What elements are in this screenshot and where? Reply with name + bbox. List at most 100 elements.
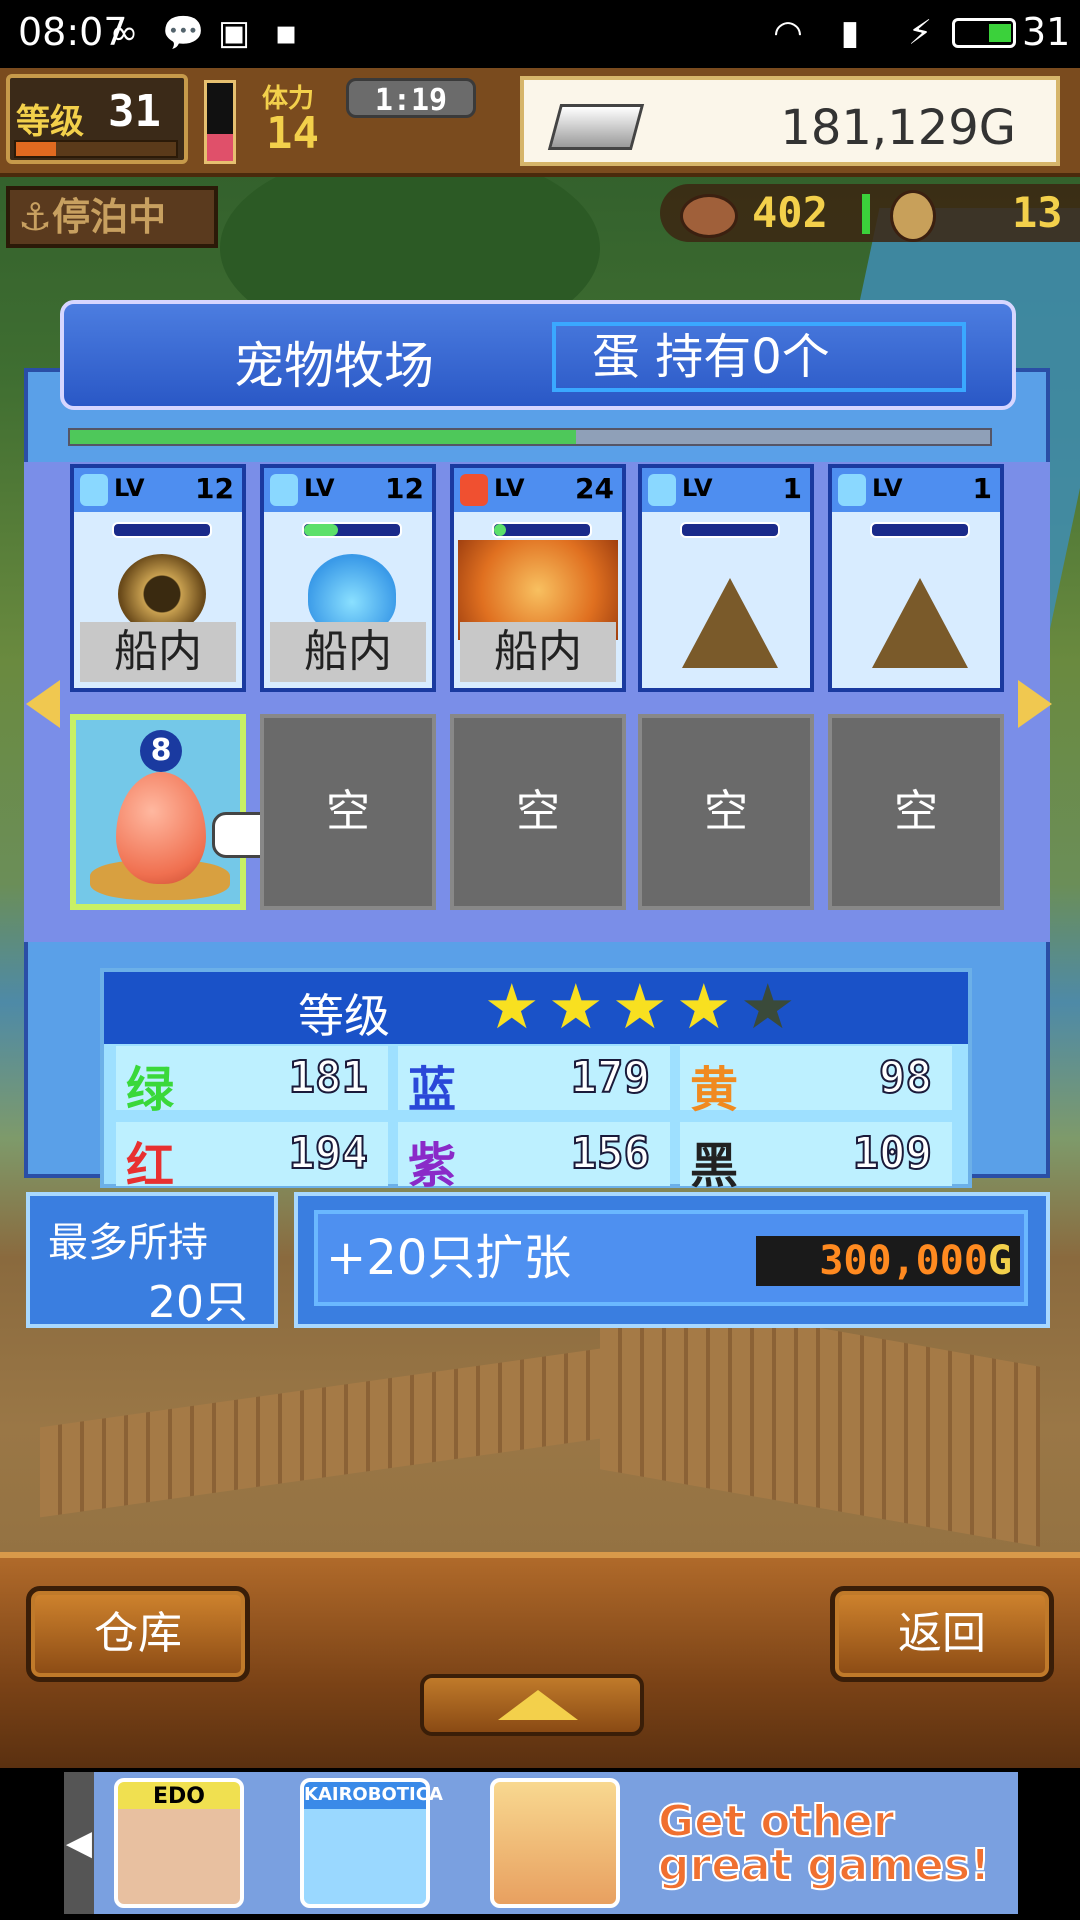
signal-4g-icon: ▮ <box>840 13 860 53</box>
pet-hp-bar <box>302 522 402 538</box>
stat-cell: 红 194 <box>116 1122 388 1194</box>
pet-level: 12 <box>195 472 234 505</box>
stat-key: 红 <box>126 1138 175 1194</box>
egg-count-field: 蛋 持有0个 <box>552 322 966 392</box>
stat-cell: 紫 156 <box>398 1122 670 1194</box>
wifi-icon: ◠ <box>773 13 803 53</box>
next-page-arrow[interactable] <box>1018 680 1052 728</box>
pet-card-3[interactable]: LV 24 船内 <box>450 464 626 692</box>
ad-text-line2: great games! <box>657 1840 991 1891</box>
infinity-icon: ∞ <box>109 13 139 53</box>
egg-slot-selected[interactable]: 8 <box>70 714 246 910</box>
pet-sprite <box>682 578 778 668</box>
pet-hp-bar <box>680 522 780 538</box>
egg-number: 8 <box>140 730 182 772</box>
expand-price: 300,000G <box>756 1236 1020 1286</box>
lv-label: LV <box>872 474 903 502</box>
money-value: 181,129G <box>780 100 1016 156</box>
grade-label: 等级 <box>298 989 390 1043</box>
money-panel: 181,129G <box>520 76 1060 166</box>
expand-label: +20只扩张 <box>326 1230 572 1286</box>
capacity-value: 20只 <box>148 1277 248 1328</box>
water-element-icon <box>80 474 108 506</box>
stat-key: 黄 <box>690 1062 739 1118</box>
food-count: 402 <box>752 188 828 237</box>
dialog-title: 宠物牧场 <box>234 337 434 395</box>
coin-count: 13 <box>1012 188 1063 237</box>
ranch-progress-bar <box>68 428 992 446</box>
pet-location: 船内 <box>80 622 236 682</box>
pet-card-2[interactable]: LV 12 船内 <box>260 464 436 692</box>
star-filled-icon: ★ <box>548 970 604 1043</box>
stat-cell: 绿 181 <box>116 1046 388 1118</box>
pet-hp-bar <box>112 522 212 538</box>
stat-value: 156 <box>570 1127 651 1180</box>
water-element-icon <box>270 474 298 506</box>
pet-location: 船内 <box>460 622 616 682</box>
capacity-label: 最多所持 <box>48 1220 208 1266</box>
ad-game-cafe[interactable] <box>490 1778 620 1908</box>
ad-text[interactable]: Get other great games! <box>657 1796 1018 1891</box>
lv-label: LV <box>494 474 525 502</box>
egg-slot-empty[interactable]: 空 <box>828 714 1004 910</box>
star-filled-icon: ★ <box>612 970 668 1043</box>
pet-card-1[interactable]: LV 12 船内 <box>70 464 246 692</box>
up-arrow-icon <box>498 1690 578 1720</box>
back-button[interactable]: 返回 <box>830 1586 1054 1682</box>
pet-level: 1 <box>782 472 802 505</box>
ad-game-title: KAIROBOTICA <box>304 1784 443 1805</box>
prev-page-arrow[interactable] <box>26 680 60 728</box>
egg-slot-empty[interactable]: 空 <box>260 714 436 910</box>
lv-label: LV <box>304 474 335 502</box>
resource-bar: 402 13 <box>660 184 1080 242</box>
chat-icon: 💬 <box>162 13 205 53</box>
ad-text-line1: Get other <box>657 1796 895 1847</box>
stat-key: 蓝 <box>408 1062 457 1118</box>
price-value: 300,000 <box>819 1238 988 1284</box>
star-empty-icon: ★ <box>740 970 796 1043</box>
ad-prev-arrow[interactable]: ◀ <box>64 1772 94 1914</box>
level-label: 等级 <box>16 102 84 142</box>
stamina-value: 14 <box>266 108 319 159</box>
ad-game-title: EDO <box>153 1784 205 1809</box>
level-value: 31 <box>108 86 161 137</box>
pet-level: 24 <box>575 472 614 505</box>
warehouse-button[interactable]: 仓库 <box>26 1586 250 1682</box>
lv-label: LV <box>682 474 713 502</box>
expand-menu-button[interactable] <box>420 1674 644 1736</box>
docked-status: ⚓停泊中 <box>6 186 218 248</box>
resource-divider <box>862 194 870 234</box>
lv-label: LV <box>114 474 145 502</box>
battery-icon <box>952 18 1016 48</box>
food-icon <box>680 194 738 238</box>
stat-cell: 黄 98 <box>680 1046 952 1118</box>
egg-slot-empty[interactable]: 空 <box>638 714 814 910</box>
docked-label: 停泊中 <box>52 195 167 239</box>
stat-key: 黑 <box>690 1138 739 1194</box>
egg-slot-empty[interactable]: 空 <box>450 714 626 910</box>
pet-card-5[interactable]: LV 1 <box>828 464 1004 692</box>
stat-key: 绿 <box>126 1062 175 1118</box>
battery-level: 31 <box>1022 10 1071 54</box>
stat-value: 98 <box>878 1051 933 1104</box>
stat-value: 181 <box>288 1051 369 1104</box>
water-element-icon <box>648 474 676 506</box>
star-filled-icon: ★ <box>676 970 732 1043</box>
pet-level: 1 <box>972 472 992 505</box>
pet-card-4[interactable]: LV 1 <box>638 464 814 692</box>
ad-game-edo[interactable]: EDO <box>114 1778 244 1908</box>
star-filled-icon: ★ <box>484 970 540 1043</box>
pet-location: 船内 <box>270 622 426 682</box>
pet-sprite <box>872 578 968 668</box>
sd-icon: ▪ <box>274 13 298 53</box>
stat-cell: 黑 109 <box>680 1122 952 1194</box>
stat-value: 179 <box>570 1051 651 1104</box>
capacity-box: 最多所持 20只 <box>26 1192 278 1328</box>
egg-icon <box>116 772 206 884</box>
ad-game-kairobotica[interactable]: KAIROBOTICA <box>300 1778 443 1908</box>
stamina-gauge <box>204 80 236 164</box>
stat-value: 109 <box>852 1127 933 1180</box>
stat-cell: 蓝 179 <box>398 1046 670 1118</box>
charging-icon: ⚡ <box>908 13 932 53</box>
pet-hp-bar <box>870 522 970 538</box>
